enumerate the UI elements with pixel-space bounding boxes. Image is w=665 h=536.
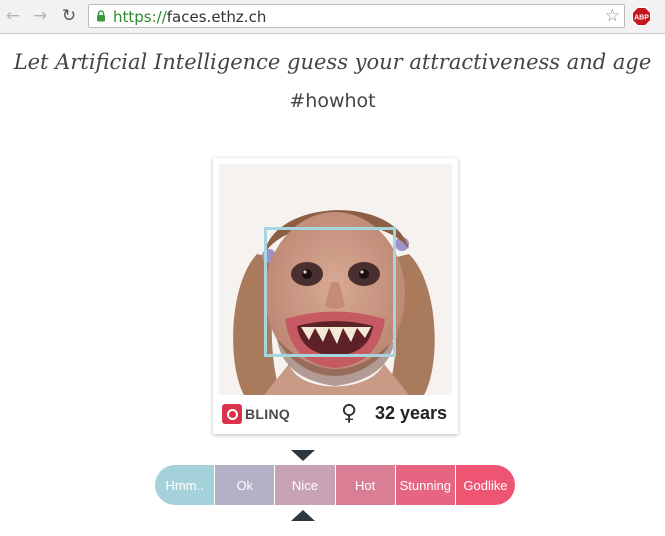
female-icon: ♀ (341, 401, 358, 426)
rating-option-hmm[interactable]: Hmm.. (155, 465, 216, 505)
blinq-logo[interactable]: BLINQ (222, 404, 290, 424)
forward-icon[interactable]: → (30, 6, 50, 26)
svg-text:ABP: ABP (634, 15, 649, 22)
rating-option-godlike[interactable]: Godlike (455, 465, 515, 505)
bookmark-star-icon[interactable]: ☆ (605, 6, 620, 26)
blinq-brand-text: BLINQ (245, 406, 291, 422)
back-icon[interactable]: ← (3, 6, 23, 26)
address-bar[interactable]: https://faces.ethz.ch ☆ (88, 4, 625, 28)
lock-icon (97, 10, 105, 22)
browser-toolbar: ← → ↻ https://faces.ethz.ch ☆ ABP (0, 0, 665, 34)
rating-option-stunning[interactable]: Stunning (395, 465, 456, 505)
rating-pointer-bottom (291, 510, 315, 521)
rating-option-hot[interactable]: Hot (335, 465, 396, 505)
age-estimate: 32 years (375, 403, 448, 423)
url-text: https://faces.ethz.ch (113, 8, 267, 26)
rating-bar: Hmm.. Ok Nice Hot Stunning Godlike (155, 465, 515, 505)
face-detection-box (264, 227, 396, 357)
blinq-logo-icon (222, 404, 242, 424)
adblock-icon[interactable]: ABP (632, 7, 651, 26)
rating-option-ok[interactable]: Ok (215, 465, 276, 505)
rating-pointer-top (291, 450, 315, 461)
hashtag: #howhot (289, 90, 376, 112)
rating-option-nice[interactable]: Nice (275, 465, 336, 505)
reload-icon[interactable]: ↻ (59, 6, 79, 26)
page-headline: Let Artificial Intelligence guess your a… (13, 50, 652, 74)
